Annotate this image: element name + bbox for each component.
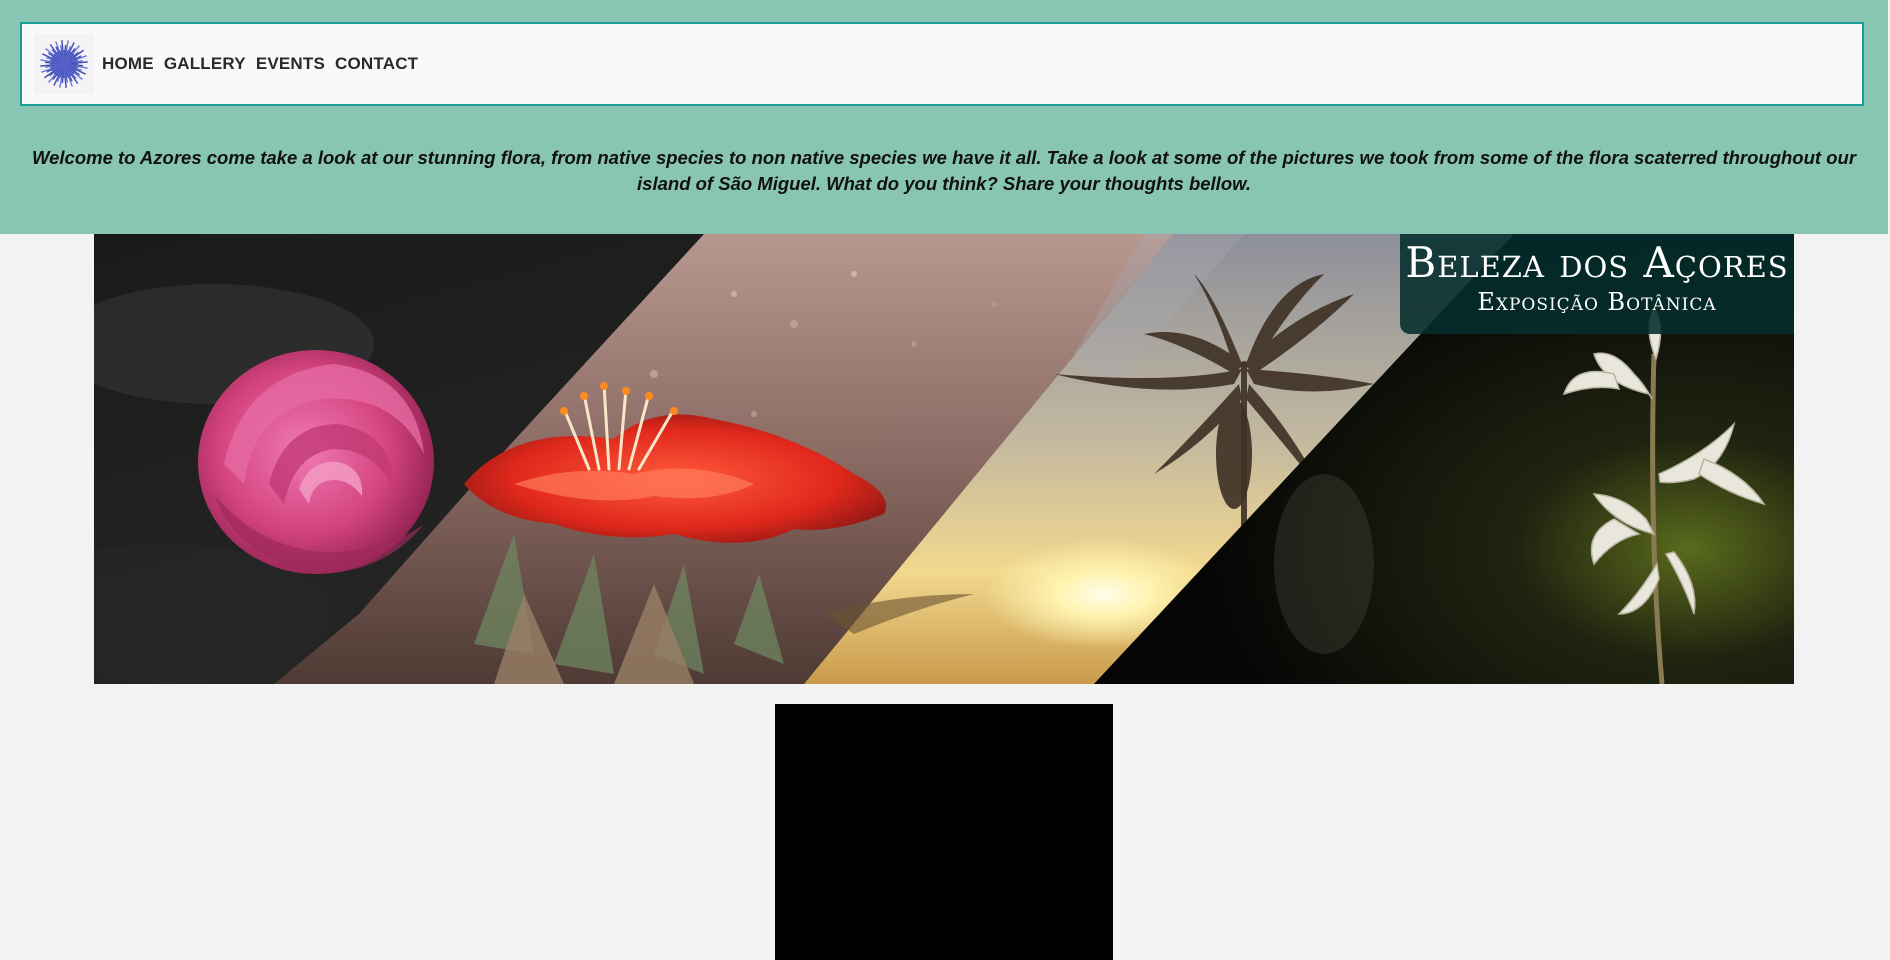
navbar: HOME GALLERY EVENTS CONTACT — [20, 22, 1864, 106]
nav-link-contact[interactable]: CONTACT — [335, 54, 418, 74]
banner-subtitle: Exposição Botânica — [1477, 288, 1717, 316]
banner-title: Beleza dos Açores — [1405, 238, 1789, 287]
nav-link-home[interactable]: HOME — [102, 54, 154, 74]
nav-link-gallery[interactable]: GALLERY — [164, 54, 246, 74]
video-player[interactable] — [775, 704, 1113, 960]
flower-logo-icon — [40, 40, 88, 88]
header-band: HOME GALLERY EVENTS CONTACT Welcome to A… — [0, 0, 1888, 234]
logo[interactable] — [34, 34, 94, 94]
nav-link-events[interactable]: EVENTS — [256, 54, 325, 74]
welcome-text: Welcome to Azores come take a look at ou… — [31, 147, 1857, 194]
nav-links: HOME GALLERY EVENTS CONTACT — [102, 24, 418, 104]
hero-banner: Beleza dos Açores Exposição Botânica — [94, 234, 1794, 684]
banner-title-box: Beleza dos Açores Exposição Botânica — [1400, 234, 1794, 334]
